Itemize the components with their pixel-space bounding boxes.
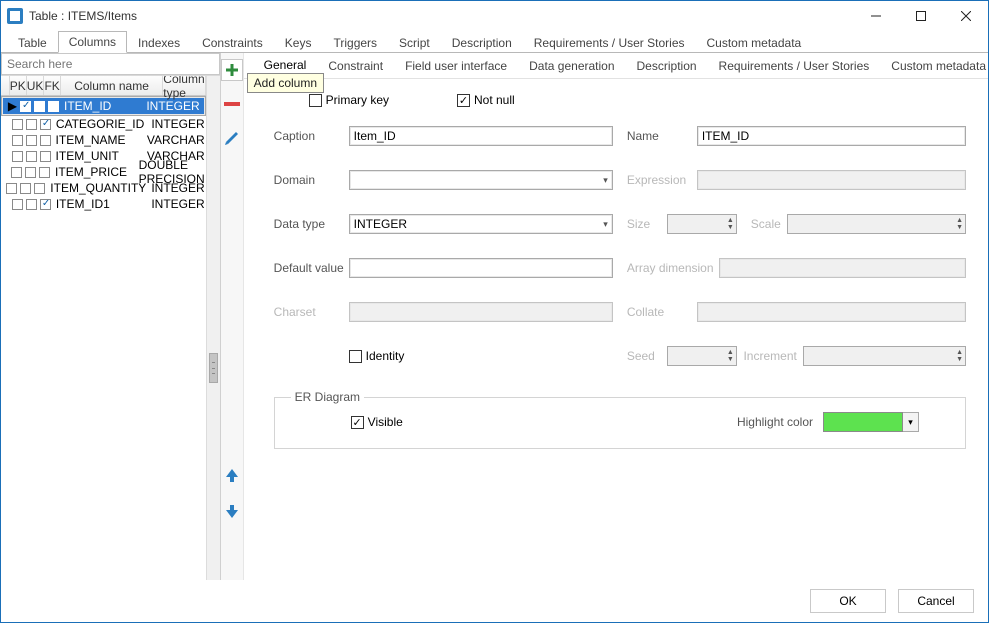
close-button[interactable] bbox=[943, 1, 988, 31]
maximize-button[interactable] bbox=[898, 1, 943, 31]
primary-key-checkbox[interactable]: Primary key bbox=[309, 93, 389, 107]
detail-tab-custom-metadata[interactable]: Custom metadata bbox=[889, 55, 988, 77]
general-form: Primary key ✓ Not null Caption Name bbox=[244, 79, 988, 574]
table-row[interactable]: ITEM_ID1INTEGER bbox=[1, 196, 206, 212]
header-name[interactable]: Column name bbox=[61, 76, 164, 95]
main-tabs: TableColumnsIndexesConstraintsKeysTrigge… bbox=[1, 31, 988, 53]
tab-script[interactable]: Script bbox=[388, 32, 441, 53]
dialog-footer: OK Cancel bbox=[1, 580, 988, 622]
seed-label: Seed bbox=[627, 349, 667, 363]
search-input[interactable] bbox=[1, 53, 220, 75]
table-row[interactable]: ITEM_QUANTITYINTEGER bbox=[1, 180, 206, 196]
charset-field bbox=[349, 302, 613, 322]
tab-requirements-user-stories[interactable]: Requirements / User Stories bbox=[523, 32, 696, 53]
domain-label: Domain bbox=[274, 173, 349, 187]
not-null-label: Not null bbox=[474, 93, 515, 107]
tab-keys[interactable]: Keys bbox=[274, 32, 323, 53]
er-diagram-fieldset: ER Diagram ✓ Visible Highlight color ▾ bbox=[274, 397, 966, 449]
grid-header: PK UK FK Column name Column type bbox=[1, 76, 206, 96]
column-toolbar: Add column bbox=[221, 53, 244, 580]
app-icon bbox=[7, 8, 23, 24]
tab-indexes[interactable]: Indexes bbox=[127, 32, 191, 53]
edit-column-button[interactable] bbox=[223, 127, 241, 145]
tab-table[interactable]: Table bbox=[7, 32, 58, 53]
tab-custom-metadata[interactable]: Custom metadata bbox=[696, 32, 813, 53]
header-pk[interactable]: PK bbox=[10, 76, 27, 95]
highlight-color-swatch[interactable] bbox=[823, 412, 903, 432]
minimize-button[interactable] bbox=[853, 1, 898, 31]
identity-label: Identity bbox=[366, 349, 405, 363]
move-down-button[interactable] bbox=[223, 502, 241, 520]
increment-spinner[interactable]: ▲▼ bbox=[803, 346, 966, 366]
titlebar: Table : ITEMS/Items bbox=[1, 1, 988, 31]
datatype-select[interactable]: INTEGER▾ bbox=[349, 214, 613, 234]
highlight-label: Highlight color bbox=[737, 415, 813, 429]
tab-constraints[interactable]: Constraints bbox=[191, 32, 274, 53]
datatype-label: Data type bbox=[274, 217, 349, 231]
ok-button[interactable]: OK bbox=[810, 589, 886, 613]
right-panel: GeneralConstraintField user interfaceDat… bbox=[244, 53, 988, 580]
table-row[interactable]: ▶ITEM_IDINTEGER bbox=[1, 96, 206, 116]
scroll-thumb[interactable] bbox=[209, 353, 218, 383]
array-field bbox=[719, 258, 966, 278]
detail-tab-constraint[interactable]: Constraint bbox=[326, 55, 385, 77]
expression-field bbox=[697, 170, 966, 190]
caption-label: Caption bbox=[274, 129, 349, 143]
visible-label: Visible bbox=[368, 415, 403, 429]
cancel-button[interactable]: Cancel bbox=[898, 589, 974, 613]
default-label: Default value bbox=[274, 261, 349, 275]
window-title: Table : ITEMS/Items bbox=[29, 9, 137, 23]
detail-tab-description[interactable]: Description bbox=[635, 55, 699, 77]
scale-label: Scale bbox=[737, 217, 787, 231]
increment-label: Increment bbox=[737, 349, 803, 363]
primary-key-label: Primary key bbox=[326, 93, 389, 107]
grid-scrollbar[interactable] bbox=[206, 76, 220, 580]
scale-spinner[interactable]: ▲▼ bbox=[787, 214, 966, 234]
add-column-button[interactable] bbox=[221, 59, 243, 81]
table-row[interactable]: ITEM_PRICEDOUBLE PRECISION bbox=[1, 164, 206, 180]
add-column-tooltip: Add column bbox=[247, 73, 324, 93]
collate-field bbox=[697, 302, 966, 322]
tab-columns[interactable]: Columns bbox=[58, 31, 127, 53]
table-row[interactable]: CATEGORIE_IDINTEGER bbox=[1, 116, 206, 132]
header-fk[interactable]: FK bbox=[44, 76, 60, 95]
identity-checkbox[interactable]: Identity bbox=[349, 349, 405, 363]
visible-checkbox[interactable]: ✓ Visible bbox=[351, 415, 403, 429]
size-spinner[interactable]: ▲▼ bbox=[667, 214, 737, 234]
header-uk[interactable]: UK bbox=[27, 76, 45, 95]
charset-label: Charset bbox=[274, 305, 349, 319]
table-row[interactable]: ITEM_NAMEVARCHAR bbox=[1, 132, 206, 148]
caption-field[interactable] bbox=[349, 126, 613, 146]
remove-column-button[interactable] bbox=[223, 101, 241, 107]
size-label: Size bbox=[627, 217, 667, 231]
tab-triggers[interactable]: Triggers bbox=[322, 32, 388, 53]
detail-tab-data-generation[interactable]: Data generation bbox=[527, 55, 616, 77]
tab-description[interactable]: Description bbox=[441, 32, 523, 53]
detail-tabs: GeneralConstraintField user interfaceDat… bbox=[244, 53, 988, 79]
expression-label: Expression bbox=[627, 173, 697, 187]
highlight-color-dropdown[interactable]: ▾ bbox=[903, 412, 919, 432]
collate-label: Collate bbox=[627, 305, 697, 319]
default-field[interactable] bbox=[349, 258, 613, 278]
detail-tab-requirements-user-stories[interactable]: Requirements / User Stories bbox=[717, 55, 872, 77]
columns-grid: PK UK FK Column name Column type ▶ITEM_I… bbox=[1, 75, 220, 580]
er-legend: ER Diagram bbox=[291, 390, 364, 404]
move-up-button[interactable] bbox=[223, 466, 241, 484]
array-label: Array dimension bbox=[627, 261, 719, 275]
domain-select[interactable]: ▾ bbox=[349, 170, 613, 190]
name-label: Name bbox=[627, 129, 697, 143]
name-field[interactable] bbox=[697, 126, 966, 146]
seed-spinner[interactable]: ▲▼ bbox=[667, 346, 737, 366]
header-type[interactable]: Column type bbox=[163, 76, 205, 95]
detail-tab-field-user-interface[interactable]: Field user interface bbox=[403, 55, 509, 77]
left-panel: PK UK FK Column name Column type ▶ITEM_I… bbox=[1, 53, 221, 580]
not-null-checkbox[interactable]: ✓ Not null bbox=[457, 93, 515, 107]
